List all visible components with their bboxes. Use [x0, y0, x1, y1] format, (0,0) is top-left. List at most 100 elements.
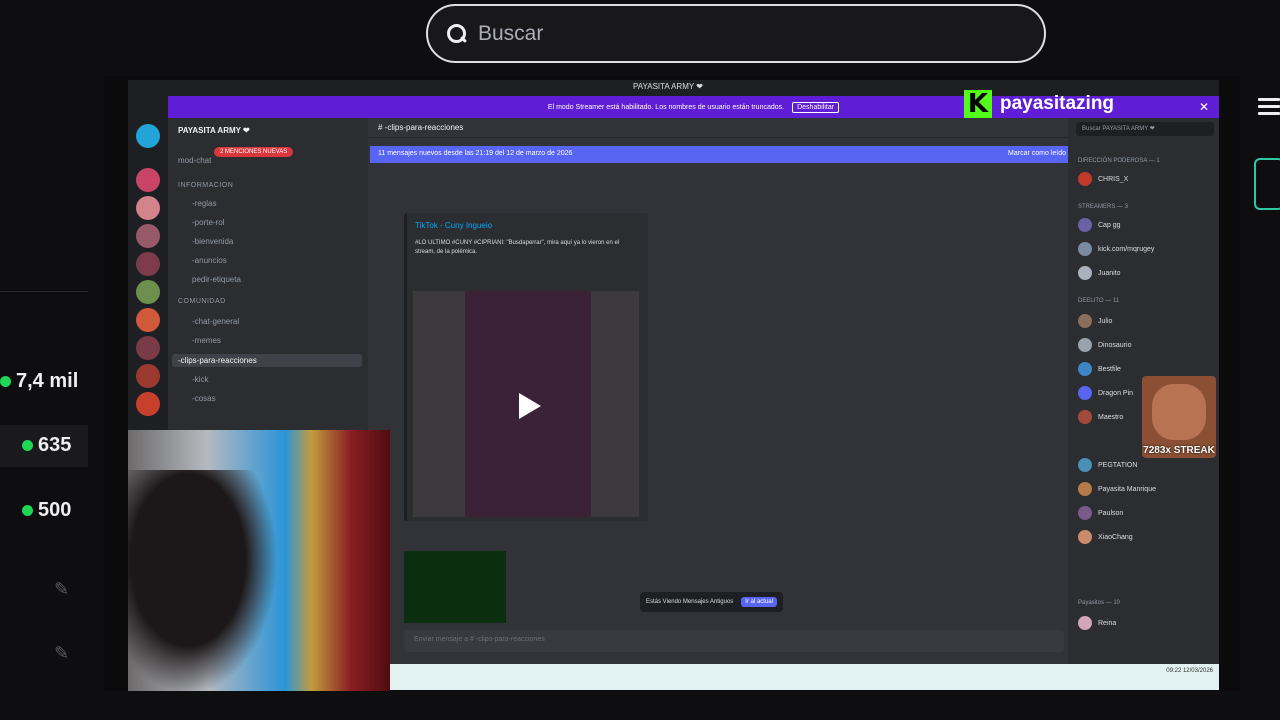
- member-item[interactable]: Dragon Pin: [1078, 386, 1133, 400]
- server-icon[interactable]: [136, 168, 160, 192]
- discord-window: PAYASITA ARMY ❤ El modo Streamer está ha…: [128, 80, 1219, 691]
- server-icon[interactable]: [136, 280, 160, 304]
- disable-streamer-mode-button[interactable]: Deshabilitar: [792, 101, 840, 113]
- channel-item-selected[interactable]: -clips-para-reacciones: [172, 354, 362, 367]
- new-messages-bar[interactable]: 11 mensajes nuevos desde las 21:19 del 1…: [370, 146, 1082, 163]
- member-item[interactable]: Payasita Manrique: [1078, 482, 1156, 496]
- member-name: Julio: [1098, 317, 1113, 325]
- mark-read-button[interactable]: Marcar como leído: [1008, 150, 1066, 157]
- member-item[interactable]: Dinosaurio: [1078, 338, 1131, 352]
- old-messages-text: Estás Viendo Mensajes Antiguos: [646, 599, 734, 605]
- member-item[interactable]: XiaoChang: [1078, 530, 1133, 544]
- member-name: Paulson: [1098, 509, 1124, 517]
- server-icon[interactable]: [136, 308, 160, 332]
- channel-item[interactable]: -porte-rol: [192, 218, 224, 227]
- member-item[interactable]: Julio: [1078, 314, 1112, 328]
- avatar: [1078, 242, 1092, 256]
- server-icon[interactable]: [136, 336, 160, 360]
- viewer-count-3[interactable]: 500: [22, 499, 71, 522]
- member-name: Dragon Pin: [1098, 389, 1134, 397]
- right-panel-strip: [1240, 76, 1280, 720]
- video-thumbnail[interactable]: [404, 551, 506, 623]
- search-input[interactable]: [478, 21, 978, 46]
- video-thumbnail[interactable]: [413, 291, 639, 517]
- member-item[interactable]: CHRIS_X: [1078, 172, 1128, 186]
- viewer-count-value: 635: [38, 434, 72, 456]
- new-messages-text: 11 mensajes nuevos desde las 21:19 del 1…: [378, 150, 573, 157]
- streamer-silhouette: [128, 470, 278, 691]
- window-title: PAYASITA ARMY ❤: [633, 82, 703, 91]
- viewer-count-1[interactable]: 7,4 mil: [0, 370, 78, 393]
- server-icon[interactable]: [136, 392, 160, 416]
- member-item[interactable]: PEGTATION: [1078, 458, 1137, 472]
- windows-taskbar: 09:22 12/03/2026: [390, 664, 1219, 690]
- server-icon[interactable]: [136, 252, 160, 276]
- member-name: Juanito: [1098, 269, 1121, 277]
- live-indicator-dot: [0, 376, 11, 387]
- viewer-count-2[interactable]: 635: [22, 434, 71, 457]
- muted-icon[interactable]: ✎: [54, 579, 78, 599]
- channel-category[interactable]: COMUNIDAD: [178, 298, 226, 305]
- avatar: [1078, 530, 1092, 544]
- emote-image: [1152, 384, 1206, 440]
- channel-item[interactable]: mod-chat: [178, 156, 211, 165]
- muted-icon[interactable]: ✎: [54, 643, 78, 663]
- server-icon[interactable]: [136, 124, 160, 148]
- mentions-badge[interactable]: 2 MENCIONES NUEVAS: [214, 147, 294, 157]
- role-header: Payasitos — 10: [1078, 600, 1121, 606]
- play-icon[interactable]: [509, 389, 543, 423]
- search-bar[interactable]: [426, 4, 1046, 63]
- guild-name[interactable]: PAYASITA ARMY ❤: [178, 126, 250, 135]
- member-item[interactable]: Reina: [1078, 616, 1116, 630]
- member-item[interactable]: kick.com/mqrugey: [1078, 242, 1154, 256]
- message-pane: # -clips-para-reacciones 11 mensajes nue…: [368, 118, 1082, 690]
- viewer-count-value: 500: [38, 499, 72, 521]
- collapsed-panel-tab[interactable]: [1254, 158, 1280, 210]
- member-item[interactable]: Maestro: [1078, 410, 1123, 424]
- live-indicator-dot: [22, 505, 33, 516]
- jump-to-present-button[interactable]: Ir al actual: [741, 597, 777, 607]
- menu-icon[interactable]: [1258, 98, 1280, 116]
- channel-item[interactable]: -kick: [192, 375, 208, 384]
- webcam-overlay: [128, 430, 390, 691]
- member-name: Cap gg: [1098, 221, 1121, 229]
- channel-item[interactable]: -anuncios: [192, 256, 227, 265]
- avatar: [1078, 386, 1092, 400]
- member-name: kick.com/mqrugey: [1098, 245, 1155, 253]
- avatar: [1078, 266, 1092, 280]
- top-bar: [0, 0, 1280, 76]
- taskbar-clock: 09:22 12/03/2026: [1166, 668, 1213, 674]
- channel-item[interactable]: pedir-etiqueta: [192, 275, 241, 284]
- embed-title[interactable]: TikTok - Cuny Ingueio: [415, 221, 492, 230]
- channel-item[interactable]: -cosas: [192, 394, 216, 403]
- channel-item[interactable]: -reglas: [192, 199, 216, 208]
- member-item[interactable]: Bestfile: [1078, 362, 1121, 376]
- member-item[interactable]: Cap gg: [1078, 218, 1121, 232]
- channel-category[interactable]: INFORMACION: [178, 182, 233, 189]
- avatar: [1078, 172, 1092, 186]
- streak-label: 7283x STREAK: [1143, 445, 1215, 456]
- member-name: Dinosaurio: [1098, 341, 1132, 349]
- server-icon[interactable]: [136, 364, 160, 388]
- channel-name-overlay: payasitazing: [1000, 93, 1115, 114]
- channel-item[interactable]: -bienvenida: [192, 237, 233, 246]
- stream-player[interactable]: PAYASITA ARMY ❤ El modo Streamer está ha…: [104, 76, 1240, 691]
- channel-item[interactable]: -memes: [192, 336, 221, 345]
- old-messages-bar: Estás Viendo Mensajes Antiguos Ir al act…: [640, 592, 783, 612]
- avatar: [1078, 616, 1092, 630]
- streak-overlay: 7283x STREAK: [1142, 376, 1216, 458]
- server-icon[interactable]: [136, 224, 160, 248]
- banner-text: El modo Streamer está habilitado. Los no…: [547, 103, 785, 111]
- member-name: CHRIS_X: [1098, 175, 1129, 183]
- avatar: [1078, 338, 1092, 352]
- message-composer[interactable]: Enviar mensaje a # -clips-para-reaccione…: [404, 630, 1064, 652]
- member-search-input[interactable]: Buscar PAYASITA ARMY ❤: [1076, 122, 1214, 136]
- member-item[interactable]: Paulson: [1078, 506, 1123, 520]
- avatar: [1078, 362, 1092, 376]
- member-item[interactable]: Juanito: [1078, 266, 1121, 280]
- member-name: PEGTATION: [1098, 461, 1138, 469]
- server-icon[interactable]: [136, 196, 160, 220]
- close-icon[interactable]: ✕: [1199, 100, 1209, 114]
- channel-item[interactable]: -chat-general: [192, 317, 239, 326]
- member-name: Reina: [1098, 619, 1117, 627]
